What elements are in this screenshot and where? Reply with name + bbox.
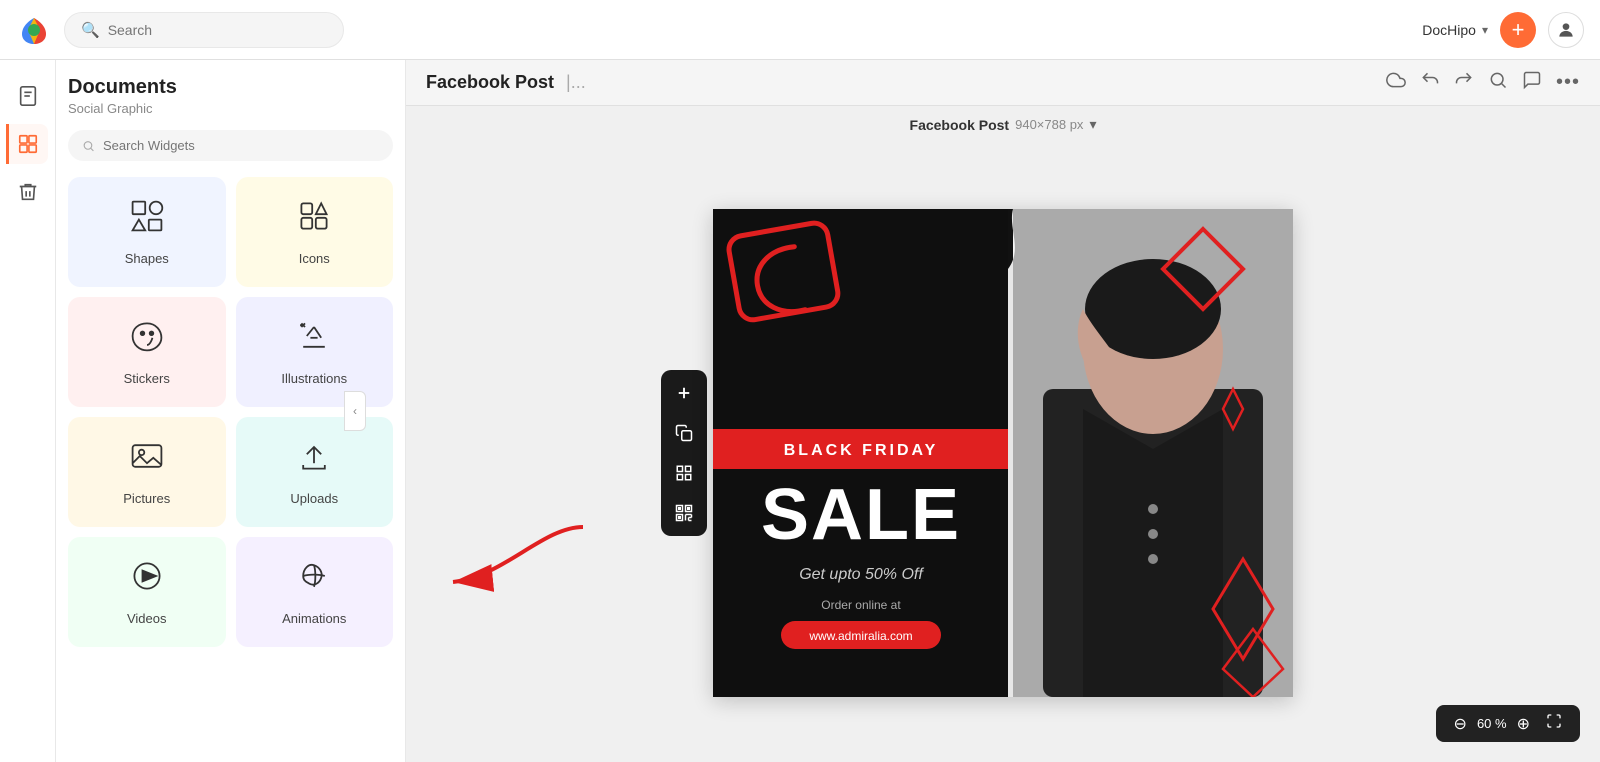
widget-card-stickers[interactable]: Stickers [68, 297, 226, 407]
canvas-wrapper: BLACK FRIDAY SALE Get upto 50% Off Order… [713, 209, 1293, 697]
zoom-out-button[interactable]: ⊖ [1448, 712, 1473, 736]
app-body: Documents Social Graphic Shapes [0, 60, 1600, 762]
create-button[interactable]: + [1500, 12, 1536, 48]
red-arrow [423, 517, 603, 597]
widget-card-animations[interactable]: Animations [236, 537, 394, 647]
undo-icon[interactable] [1420, 70, 1440, 95]
icons-label: Icons [299, 251, 330, 266]
comment-icon[interactable] [1522, 70, 1542, 95]
cloud-save-icon[interactable] [1386, 70, 1406, 95]
widget-search-bar[interactable] [68, 130, 393, 161]
sidebar-title: Documents [68, 76, 393, 99]
svg-text:www.admiralia.com: www.admiralia.com [808, 629, 912, 643]
illustrations-icon [296, 318, 332, 361]
pictures-label: Pictures [123, 491, 170, 506]
document-title: Facebook Post [426, 72, 554, 93]
sidebar-item-document[interactable] [8, 76, 48, 116]
zoom-in-button[interactable]: ⊕ [1511, 712, 1536, 736]
dochipo-label: DocHipo [1422, 22, 1476, 38]
fullscreen-button[interactable] [1540, 711, 1568, 736]
canvas-dimensions: 940×788 px [1015, 117, 1083, 132]
copy-button[interactable] [665, 414, 703, 452]
top-navigation: 🔍 DocHipo ▾ + [0, 0, 1600, 60]
float-toolbar [661, 370, 707, 536]
widget-card-shapes[interactable]: Shapes [68, 177, 226, 287]
qr-button[interactable] [665, 494, 703, 532]
more-options-icon[interactable]: ••• [1556, 71, 1580, 94]
widget-search-input[interactable] [103, 138, 379, 153]
svg-text:Order online at: Order online at [821, 598, 901, 612]
widget-card-pictures[interactable]: Pictures [68, 417, 226, 527]
global-search-bar[interactable]: 🔍 [64, 12, 344, 48]
facebook-post-canvas[interactable]: BLACK FRIDAY SALE Get upto 50% Off Order… [713, 209, 1293, 697]
canvas-label: Facebook Post [910, 117, 1010, 133]
stickers-icon [129, 318, 165, 361]
sidebar-item-widget[interactable] [6, 124, 48, 164]
chevron-down-icon[interactable]: ▾ [1089, 116, 1096, 133]
add-element-button[interactable] [665, 374, 703, 412]
search-icon: 🔍 [81, 21, 100, 39]
canvas-area: BLACK FRIDAY SALE Get upto 50% Off Order… [406, 143, 1600, 762]
stickers-label: Stickers [124, 371, 170, 386]
uploads-label: Uploads [290, 491, 338, 506]
zoom-value: 60 % [1477, 716, 1507, 731]
editor-topbar-icons: ••• [1386, 70, 1580, 95]
left-icon-nav [0, 60, 56, 762]
svg-text:SALE: SALE [761, 475, 961, 555]
widget-card-uploads[interactable]: Uploads [236, 417, 394, 527]
editor-area: Facebook Post |... [406, 60, 1600, 762]
widget-card-illustrations[interactable]: Illustrations [236, 297, 394, 407]
zoom-bar: ⊖ 60 % ⊕ [1436, 705, 1580, 742]
find-icon[interactable] [1488, 70, 1508, 95]
animations-label: Animations [282, 611, 346, 626]
animations-icon [296, 558, 332, 601]
videos-icon [129, 558, 165, 601]
sidebar-item-trash[interactable] [8, 172, 48, 212]
widget-card-videos[interactable]: Videos [68, 537, 226, 647]
search-input[interactable] [108, 22, 327, 38]
videos-label: Videos [127, 611, 167, 626]
document-title-sep: |... [566, 72, 586, 93]
sidebar-subtitle: Social Graphic [68, 101, 393, 116]
illustrations-label: Illustrations [281, 371, 347, 386]
shapes-icon [129, 198, 165, 241]
user-avatar[interactable] [1548, 12, 1584, 48]
sidebar-collapse-button[interactable]: ‹ [344, 391, 366, 431]
editor-topbar: Facebook Post |... [406, 60, 1600, 106]
app-logo[interactable] [16, 12, 52, 48]
nav-right: DocHipo ▾ + [1422, 12, 1584, 48]
dochipo-dropdown[interactable]: DocHipo ▾ [1422, 22, 1488, 38]
pictures-icon [129, 438, 165, 481]
redo-icon[interactable] [1454, 70, 1474, 95]
svg-text:BLACK FRIDAY: BLACK FRIDAY [784, 442, 939, 459]
widget-card-icons[interactable]: Icons [236, 177, 394, 287]
svg-text:Get upto 50% Off: Get upto 50% Off [799, 566, 924, 583]
grid-button[interactable] [665, 454, 703, 492]
shapes-label: Shapes [125, 251, 169, 266]
uploads-icon [296, 438, 332, 481]
dimension-bar: Facebook Post 940×788 px ▾ [406, 106, 1600, 143]
icons-icon [296, 198, 332, 241]
chevron-down-icon: ▾ [1482, 23, 1488, 37]
